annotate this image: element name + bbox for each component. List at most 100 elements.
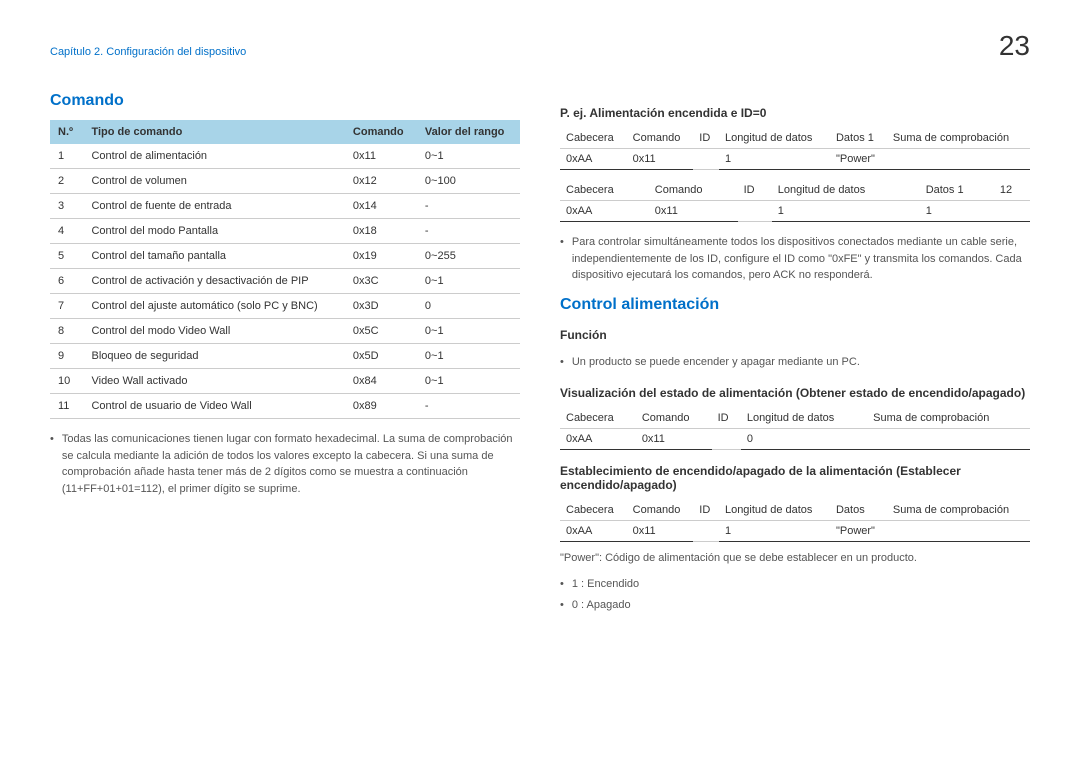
proto-header-cell: Comando [649, 180, 738, 201]
encendido-note: 1 : Encendido [560, 574, 1030, 595]
proto-header-cell: Comando [627, 500, 694, 521]
table-row: 5Control del tamaño pantalla0x190~255 [50, 244, 520, 269]
proto-data-cell: "Power" [830, 149, 887, 170]
power-code-note: "Power": Código de alimentación que se d… [560, 552, 1030, 564]
table-cell: 8 [50, 319, 83, 344]
est-title: Establecimiento de encendido/apagado de … [560, 464, 1030, 492]
table-cell: Control de fuente de entrada [83, 194, 344, 219]
col-cmd: Comando [345, 120, 417, 144]
table-row: 2Control de volumen0x120~100 [50, 169, 520, 194]
col-rango: Valor del rango [417, 120, 520, 144]
proto-data-cell: 0xAA [560, 201, 649, 222]
table-cell: Bloqueo de seguridad [83, 344, 344, 369]
table-cell: 9 [50, 344, 83, 369]
table-cell: 3 [50, 194, 83, 219]
table-row: 7Control del ajuste automático (solo PC … [50, 294, 520, 319]
proto-header-cell: Cabecera [560, 408, 636, 429]
table-cell: 4 [50, 219, 83, 244]
table-cell: Control de usuario de Video Wall [83, 394, 344, 419]
hex-note: Todas las comunicaciones tienen lugar co… [50, 429, 520, 499]
proto-data-cell: 0xAA [560, 149, 627, 170]
protocol-table: CabeceraComandoIDLongitud de datosDatos … [560, 128, 1030, 170]
funcion-heading: Función [560, 328, 1030, 342]
proto-header-cell: ID [693, 500, 719, 521]
proto-header-cell: Cabecera [560, 180, 649, 201]
proto-header-cell: Longitud de datos [741, 408, 867, 429]
proto-header-cell: ID [738, 180, 772, 201]
proto-data-cell: 1 [772, 201, 920, 222]
proto-header-cell: 12 [994, 180, 1030, 201]
proto-header-cell: Cabecera [560, 500, 627, 521]
proto-data-cell: 0xAA [560, 429, 636, 450]
table-cell: 0x89 [345, 394, 417, 419]
table-cell: 0~255 [417, 244, 520, 269]
col-num: N.º [50, 120, 83, 144]
table-cell: 0~100 [417, 169, 520, 194]
proto-header-cell: ID [693, 128, 719, 149]
apagado-note: 0 : Apagado [560, 595, 1030, 616]
table-row: 4Control del modo Pantalla0x18- [50, 219, 520, 244]
proto-data-cell: 1 [719, 149, 830, 170]
proto-data-cell [887, 521, 1030, 542]
table-cell: Control del ajuste automático (solo PC y… [83, 294, 344, 319]
proto-data-cell [693, 521, 719, 542]
proto-header-cell: Cabecera [560, 128, 627, 149]
proto-data-cell [867, 429, 1030, 450]
proto-header-cell: Datos 1 [920, 180, 994, 201]
table-row: 1Control de alimentación0x110~1 [50, 144, 520, 169]
protocol-table: CabeceraComandoIDLongitud de datosDatos … [560, 180, 1030, 222]
table-cell: 11 [50, 394, 83, 419]
table-cell: 0x12 [345, 169, 417, 194]
proto-header-cell: Suma de comprobación [887, 500, 1030, 521]
proto-data-cell: 0 [741, 429, 867, 450]
proto-data-cell: "Power" [830, 521, 887, 542]
left-column: Comando N.º Tipo de comando Comando Valo… [50, 92, 520, 625]
proto-data-cell [712, 429, 741, 450]
table-cell: 2 [50, 169, 83, 194]
table-cell: Video Wall activado [83, 369, 344, 394]
table-row: 9Bloqueo de seguridad0x5D0~1 [50, 344, 520, 369]
proto-header-cell: Datos [830, 500, 887, 521]
proto-data-cell: 0x11 [627, 149, 694, 170]
comando-title: Comando [50, 92, 520, 110]
table-cell: 0 [417, 294, 520, 319]
table-cell: 0~1 [417, 144, 520, 169]
table-row: 3Control de fuente de entrada0x14- [50, 194, 520, 219]
proto-data-cell [887, 149, 1030, 170]
table-cell: - [417, 394, 520, 419]
table-cell: 0x5C [345, 319, 417, 344]
table-cell: 7 [50, 294, 83, 319]
protocol-table: CabeceraComandoIDLongitud de datosSuma d… [560, 408, 1030, 450]
table-row: 8Control del modo Video Wall0x5C0~1 [50, 319, 520, 344]
table-cell: Control de activación y desactivación de… [83, 269, 344, 294]
proto-data-cell: 0xAA [560, 521, 627, 542]
breadcrumb: Capítulo 2. Configuración del dispositiv… [50, 46, 246, 58]
proto-data-cell: 0x11 [627, 521, 694, 542]
proto-header-cell: ID [712, 408, 741, 429]
table-cell: 0x11 [345, 144, 417, 169]
proto-data-cell: 0x11 [649, 201, 738, 222]
command-table: N.º Tipo de comando Comando Valor del ra… [50, 120, 520, 419]
table-cell: 0x5D [345, 344, 417, 369]
table-cell: Control de alimentación [83, 144, 344, 169]
table-cell: - [417, 219, 520, 244]
table-cell: Control del modo Video Wall [83, 319, 344, 344]
table-cell: Control del modo Pantalla [83, 219, 344, 244]
table-cell: 0x19 [345, 244, 417, 269]
proto-data-cell: 0x11 [636, 429, 712, 450]
proto-data-cell [693, 149, 719, 170]
right-column: P. ej. Alimentación encendida e ID=0 Cab… [560, 92, 1030, 625]
table-cell: 6 [50, 269, 83, 294]
table-cell: Control de volumen [83, 169, 344, 194]
table-cell: 5 [50, 244, 83, 269]
table-cell: 0x84 [345, 369, 417, 394]
table-cell: 0x3C [345, 269, 417, 294]
col-tipo: Tipo de comando [83, 120, 344, 144]
protocol-table: CabeceraComandoIDLongitud de datosDatosS… [560, 500, 1030, 542]
table-cell: 10 [50, 369, 83, 394]
proto-header-cell: Suma de comprobación [867, 408, 1030, 429]
fe-note: Para controlar simultáneamente todos los… [560, 232, 1030, 286]
proto-header-cell: Datos 1 [830, 128, 887, 149]
proto-header-cell: Longitud de datos [772, 180, 920, 201]
proto-data-cell [994, 201, 1030, 222]
